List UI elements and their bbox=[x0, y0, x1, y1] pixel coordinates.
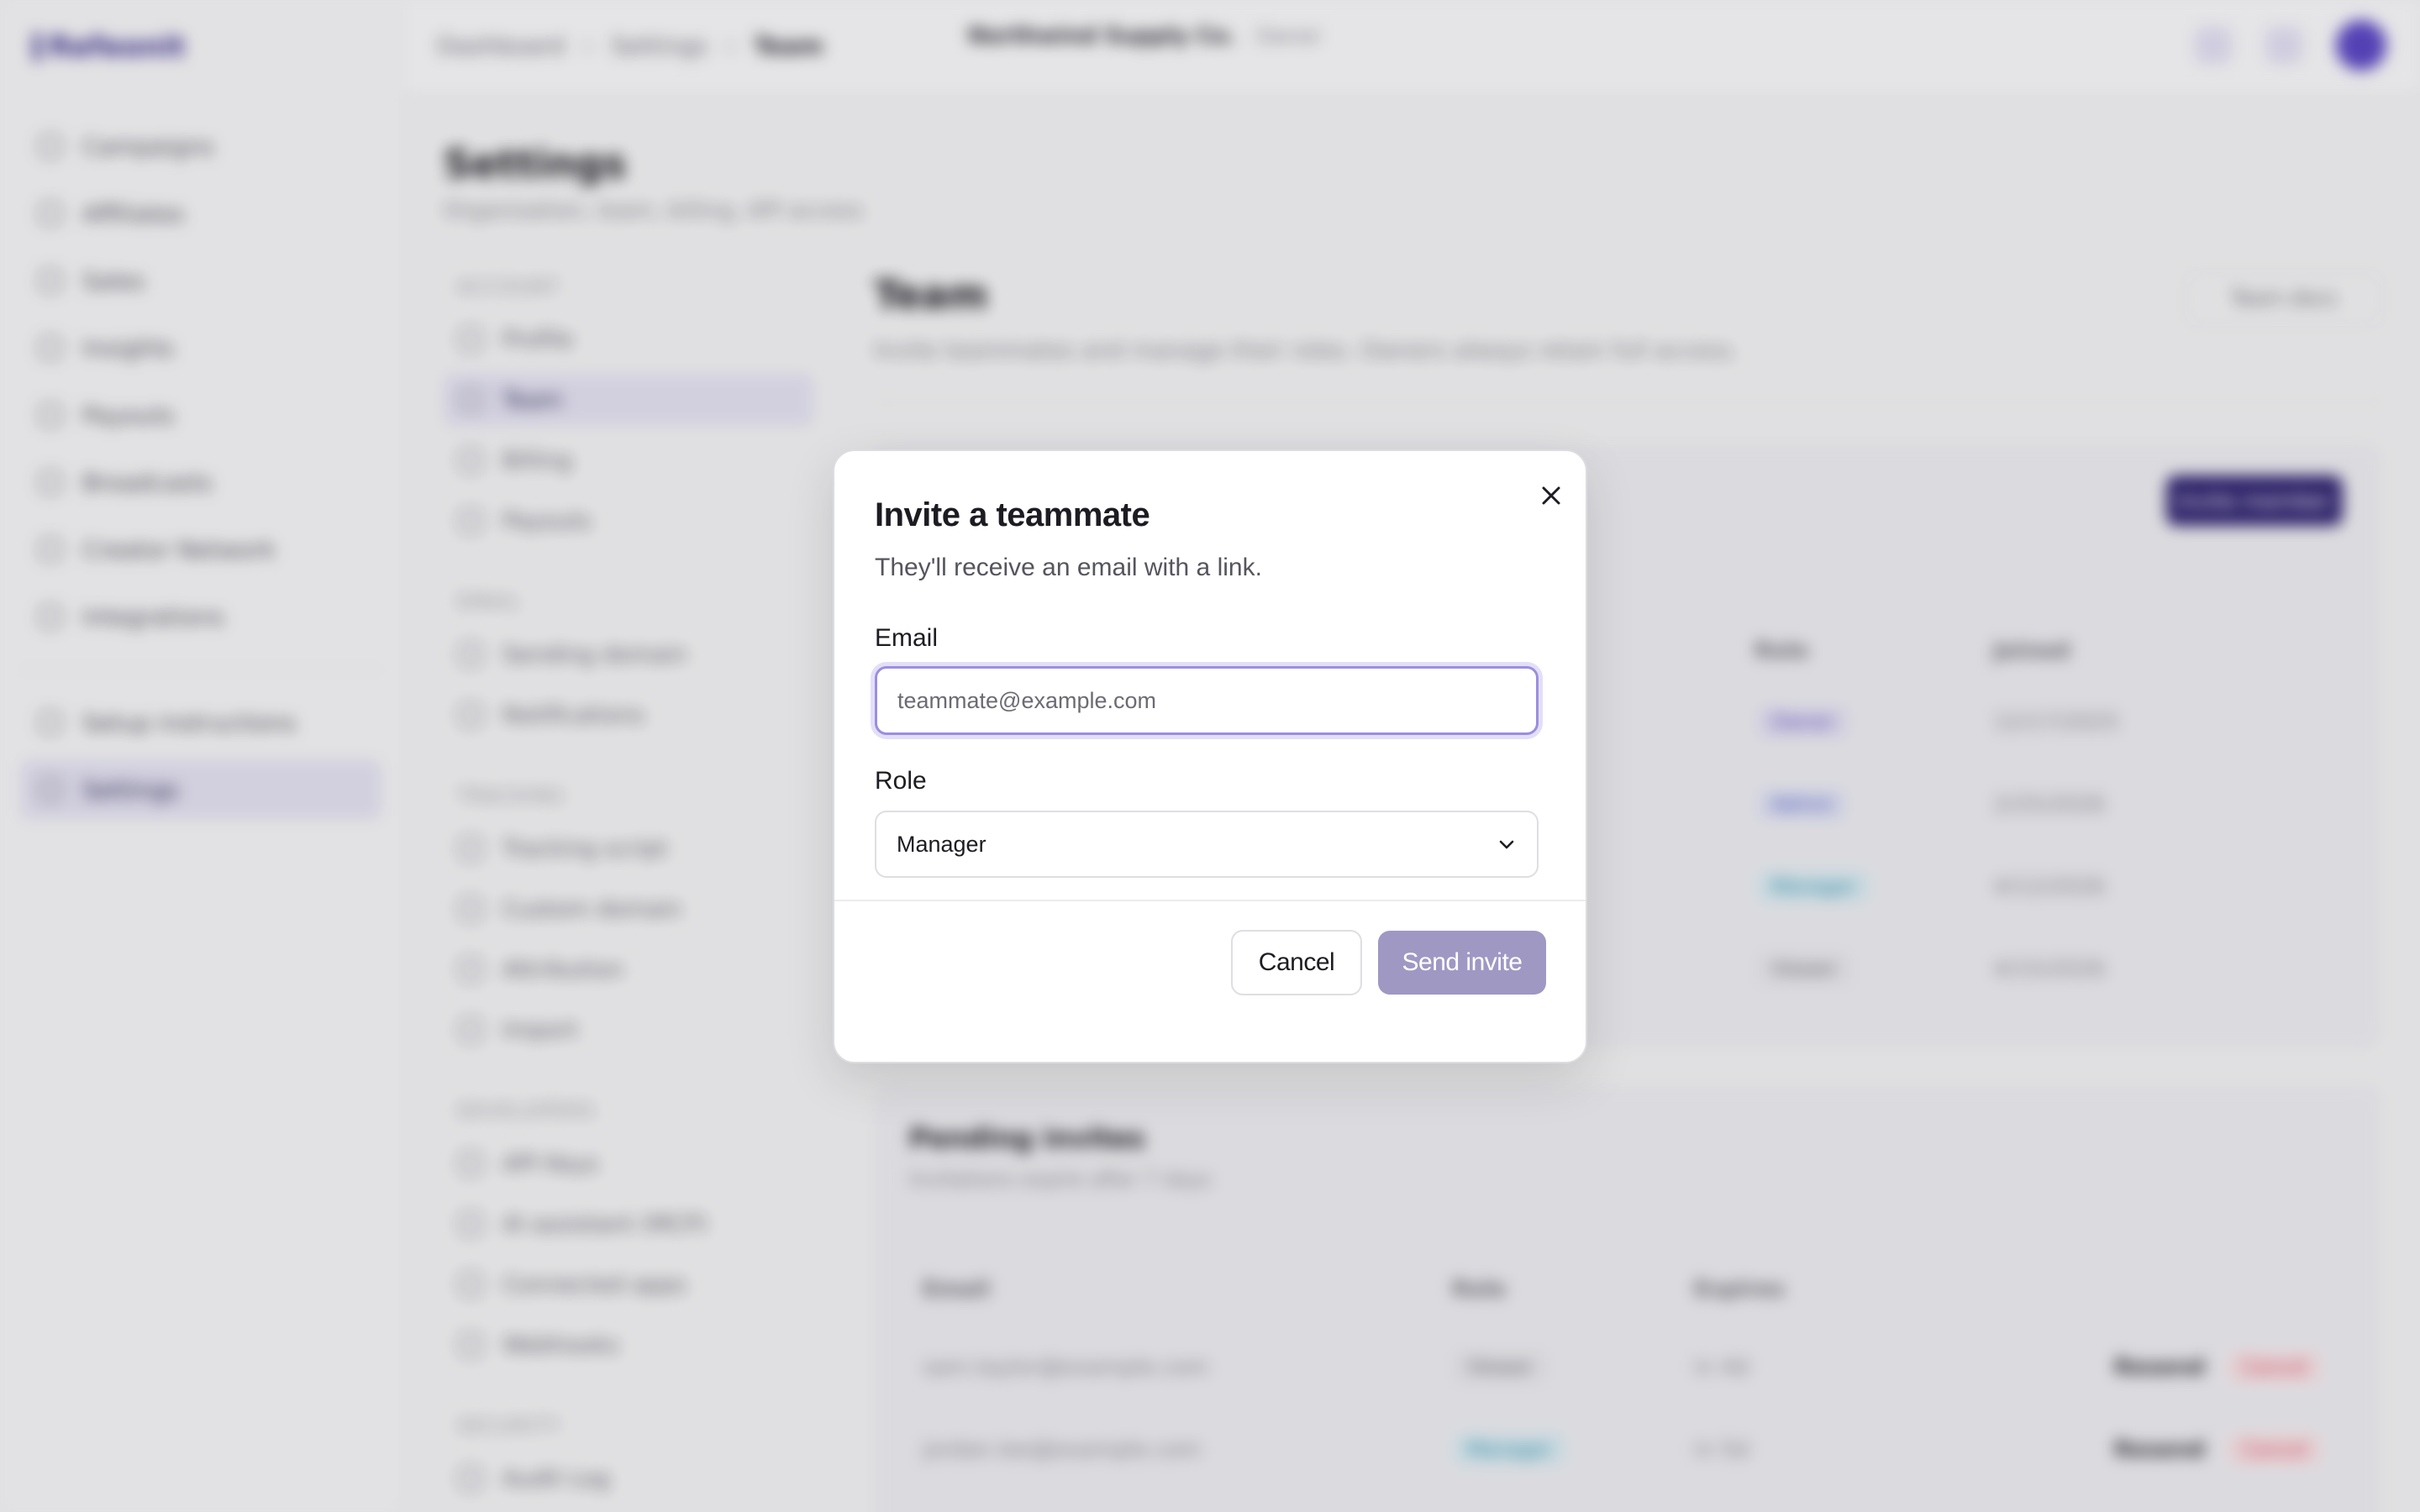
cancel-button-label: Cancel bbox=[1258, 948, 1335, 976]
role-select[interactable]: Manager bbox=[875, 811, 1539, 878]
send-invite-button[interactable]: Send invite bbox=[1378, 931, 1546, 995]
role-label: Role bbox=[875, 767, 927, 795]
send-invite-button-label: Send invite bbox=[1402, 948, 1523, 976]
dialog-subtitle: They'll receive an email with a link. bbox=[875, 554, 1262, 581]
close-icon bbox=[1542, 486, 1560, 505]
cancel-button[interactable]: Cancel bbox=[1231, 930, 1362, 995]
dialog-divider bbox=[834, 900, 1586, 901]
email-label: Email bbox=[875, 624, 939, 652]
email-field[interactable] bbox=[875, 666, 1539, 735]
invite-teammate-dialog: Invite a teammate They'll receive an ema… bbox=[833, 449, 1587, 1063]
dialog-title: Invite a teammate bbox=[875, 496, 1150, 533]
role-select-value: Manager bbox=[897, 831, 986, 857]
close-button[interactable] bbox=[1534, 478, 1569, 513]
chevron-down-icon bbox=[1499, 840, 1514, 849]
